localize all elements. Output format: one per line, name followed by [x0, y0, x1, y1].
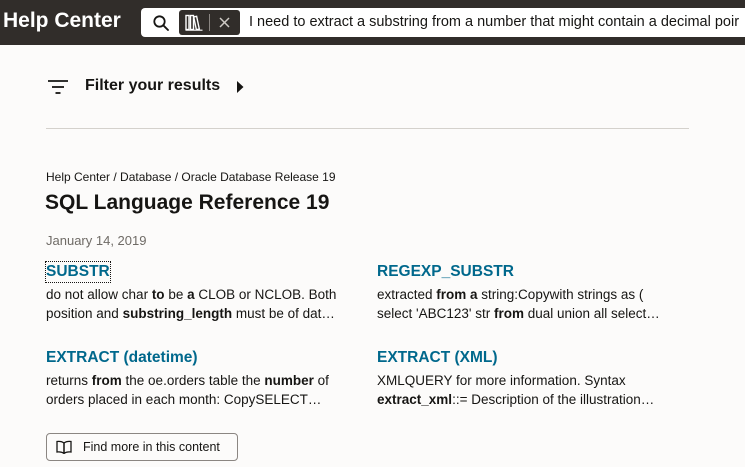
- page-title[interactable]: SQL Language Reference 19: [45, 191, 329, 215]
- snippet-text: extracted: [377, 287, 437, 302]
- result-item: SUBSTR do not allow char to be a CLOB or…: [45, 261, 358, 323]
- scope-chip[interactable]: [179, 10, 240, 35]
- snippet-text: select 'ABC123' str: [377, 306, 494, 321]
- snippet-highlight: substring_length: [122, 306, 233, 321]
- search-icon[interactable]: [152, 14, 170, 32]
- result-title-link[interactable]: SUBSTR: [45, 261, 111, 283]
- snippet-line: orders placed in each month: CopySELECT…: [46, 390, 358, 409]
- snippet-text: returns: [46, 373, 92, 388]
- snippet-text: the oe.orders table the: [121, 373, 265, 388]
- snippet-line: position and substring_length must be of…: [46, 304, 358, 323]
- result-item: EXTRACT (XML) XMLQUERY for more informat…: [377, 348, 689, 409]
- result-item: EXTRACT (datetime) returns from the oe.o…: [46, 348, 358, 409]
- snippet-highlight: from a: [436, 287, 478, 302]
- snippet-text: must be of dat…: [232, 306, 335, 321]
- search-box[interactable]: I need to extract a substring from a num…: [141, 8, 745, 37]
- snippet-highlight: a: [187, 287, 195, 302]
- snippet-text: orders placed in each month: CopySELECT…: [46, 392, 322, 407]
- snippet-text: position and: [46, 306, 123, 321]
- snippet-line: extract_xml::= Description of the illust…: [377, 390, 689, 409]
- snippet-line: XMLQUERY for more information. Syntax: [377, 371, 689, 390]
- snippet-highlight: from: [493, 306, 524, 321]
- snippet-text: CLOB or NCLOB. Both: [194, 287, 337, 302]
- result-snippet: extracted from a string:Copywith strings…: [377, 285, 689, 323]
- result-title-link[interactable]: EXTRACT (datetime): [46, 348, 198, 368]
- snippet-text: do not allow char: [46, 287, 152, 302]
- snippet-text: XMLQUERY for more information. Syntax: [377, 373, 626, 388]
- snippet-highlight: number: [264, 373, 314, 388]
- snippet-text: ::= Description of the illustration…: [452, 392, 655, 407]
- breadcrumb[interactable]: Help Center / Database / Oracle Database…: [46, 170, 336, 184]
- close-icon[interactable]: [217, 15, 232, 30]
- result-item: REGEXP_SUBSTR extracted from a string:Co…: [377, 262, 689, 323]
- filter-toggle[interactable]: Filter your results: [47, 76, 267, 98]
- filter-icon: [48, 80, 68, 94]
- snippet-line: do not allow char to be a CLOB or NCLOB.…: [46, 285, 358, 304]
- snippet-highlight: extract_xml: [377, 392, 453, 407]
- help-center-brand[interactable]: Help Center: [3, 9, 121, 33]
- open-book-icon: [56, 440, 72, 454]
- result-title-link[interactable]: REGEXP_SUBSTR: [377, 262, 514, 282]
- search-input[interactable]: I need to extract a substring from a num…: [249, 14, 745, 30]
- result-snippet: XMLQUERY for more information. Syntax ex…: [377, 371, 689, 409]
- snippet-line: extracted from a string:Copywith strings…: [377, 285, 689, 304]
- chip-divider: [209, 14, 210, 31]
- snippet-line: select 'ABC123' str from dual union all …: [377, 304, 689, 323]
- snippet-text: be: [164, 287, 188, 302]
- find-more-label: Find more in this content: [83, 440, 220, 454]
- result-snippet: do not allow char to be a CLOB or NCLOB.…: [46, 285, 358, 323]
- result-title-link[interactable]: EXTRACT (XML): [377, 348, 498, 368]
- filter-label: Filter your results: [85, 77, 221, 94]
- result-snippet: returns from the oe.orders table the num…: [46, 371, 358, 409]
- divider: [46, 128, 689, 129]
- snippet-line: returns from the oe.orders table the num…: [46, 371, 358, 390]
- book-icon: [185, 14, 203, 31]
- snippet-highlight: from: [91, 373, 122, 388]
- find-more-button[interactable]: Find more in this content: [46, 433, 238, 461]
- snippet-text: of: [313, 373, 329, 388]
- snippet-text: string:Copywith strings as (: [477, 287, 644, 302]
- top-bar: Help Center I need to extract a substrin…: [0, 0, 745, 45]
- caret-right-icon: [237, 81, 244, 93]
- snippet-text: dual union all select…: [523, 306, 660, 321]
- publish-date: January 14, 2019: [46, 233, 147, 248]
- snippet-highlight: to: [151, 287, 165, 302]
